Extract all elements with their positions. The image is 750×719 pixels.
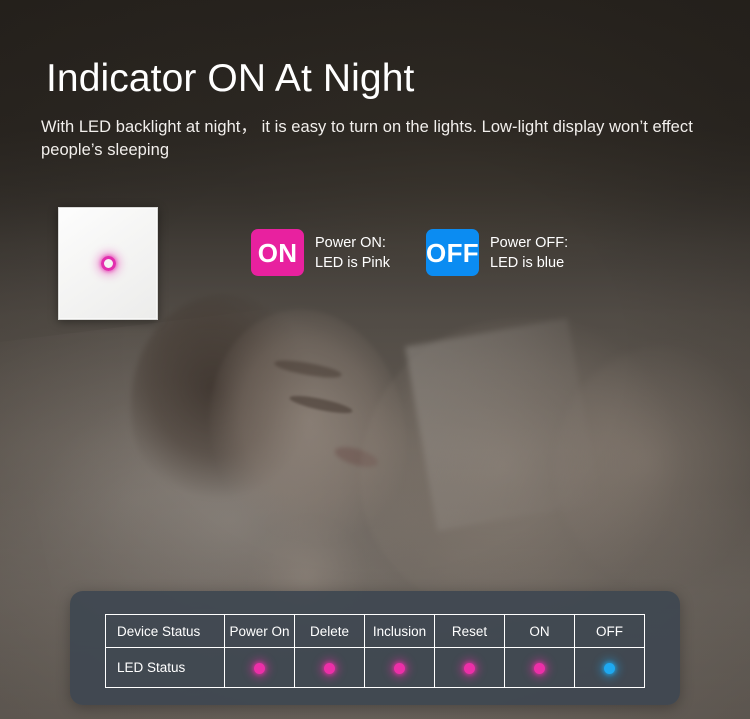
legend-power-off-line1: Power OFF: (490, 234, 569, 251)
off-badge: OFF (426, 229, 479, 276)
led-dot-pink-icon (254, 662, 265, 674)
led-dot-pink-icon (324, 662, 335, 674)
led-dot-pink-icon (394, 662, 405, 674)
led-ring-icon (100, 256, 116, 271)
promo-banner: Indicator ON At Night With LED backlight… (0, 0, 750, 719)
legend-power-on-text: Power ON: LED is Pink (315, 233, 390, 273)
legend-power-on-line1: Power ON: (315, 234, 386, 251)
led-status-panel: Device Status Power On Delete Inclusion Rese… (70, 591, 680, 705)
table-header-power-on: Power On (224, 614, 295, 648)
led-cell-delete (294, 647, 365, 688)
table-header-delete: Delete (294, 614, 365, 648)
table-header-inclusion: Inclusion (364, 614, 435, 648)
led-cell-on (504, 647, 575, 688)
led-dot-pink-icon (464, 662, 475, 674)
page-subtitle: With LED backlight at night， it is easy … (41, 118, 693, 160)
on-badge: ON (251, 229, 304, 276)
table-header-row: Device Status Power On Delete Inclusion Rese… (105, 614, 645, 648)
legend-power-off-text: Power OFF: LED is blue (490, 233, 568, 273)
led-cell-power-on (224, 647, 295, 688)
legend-power-on: ON Power ON: LED is Pink (251, 229, 390, 276)
table-row-label: LED Status (105, 647, 225, 688)
legend-power-on-line2: LED is Pink (315, 254, 390, 271)
table-header-reset: Reset (434, 614, 505, 648)
legend-power-off: OFF Power OFF: LED is blue (426, 229, 568, 276)
led-cell-reset (434, 647, 505, 688)
led-cell-inclusion (364, 647, 435, 688)
legend-power-off-line2: LED is blue (490, 254, 565, 271)
led-dot-blue-icon (604, 662, 615, 674)
table-header-off: OFF (574, 614, 645, 648)
led-cell-off (574, 647, 645, 688)
led-dot-pink-icon (534, 662, 545, 674)
table-header-device-status: Device Status (105, 614, 225, 648)
wall-switch-panel (58, 207, 158, 320)
page-title: Indicator ON At Night (46, 57, 415, 100)
table-header-on: ON (504, 614, 575, 648)
table-row: LED Status (105, 647, 645, 688)
led-status-table: Device Status Power On Delete Inclusion Rese… (105, 614, 645, 688)
